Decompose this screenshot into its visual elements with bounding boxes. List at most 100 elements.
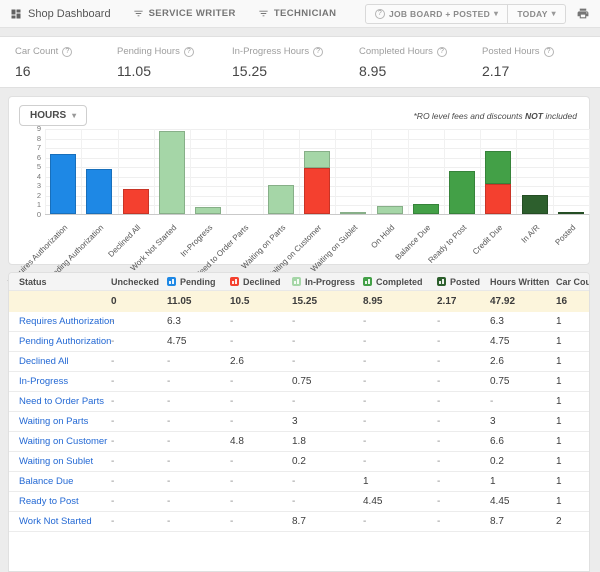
- bar-segment-in-progress[interactable]: [340, 212, 367, 214]
- print-button[interactable]: [576, 7, 590, 20]
- cell: -: [111, 496, 115, 507]
- stat-value: 2.17: [482, 63, 510, 79]
- table-body: Requires Authorization - 6.3 - - - - 6.3 1 Pendin…: [9, 312, 589, 532]
- bar-segment-posted[interactable]: [557, 212, 584, 214]
- dashboard-grid-icon: [10, 8, 22, 20]
- gridline: [298, 129, 300, 214]
- status-link[interactable]: Ready to Post: [9, 496, 111, 507]
- totals-cell: 16: [556, 296, 568, 307]
- gridline: [153, 129, 155, 214]
- cell: -: [292, 396, 296, 407]
- column-header: Posted: [437, 277, 490, 287]
- bar-segment-declined[interactable]: [304, 168, 330, 214]
- stat-help-icon[interactable]: ?: [183, 46, 194, 57]
- bar-segment-in-progress[interactable]: [158, 130, 185, 214]
- bar-segment-pending[interactable]: [50, 153, 77, 214]
- job-board-posted-button[interactable]: ? JOB BOARD + POSTED ▾: [366, 5, 507, 23]
- stat-card: Completed Hours? 8.95: [359, 46, 482, 87]
- cell: -: [363, 336, 367, 347]
- stat-help-icon[interactable]: ?: [436, 46, 447, 57]
- totals-cell: 15.25: [292, 296, 318, 307]
- bar-segment-in-progress[interactable]: [267, 185, 294, 214]
- cell: -: [167, 436, 171, 447]
- cell: -: [230, 456, 234, 467]
- gridline: [81, 129, 83, 214]
- cell: 0.2: [490, 456, 504, 467]
- bar-segment-completed[interactable]: [412, 204, 439, 214]
- cell: 1: [556, 316, 562, 327]
- column-header-label: Unchecked: [111, 276, 160, 287]
- bar-segment-in-progress[interactable]: [376, 206, 403, 214]
- cell: -: [230, 496, 234, 507]
- stat-value: 15.25: [232, 63, 268, 79]
- cell: 1: [556, 476, 562, 487]
- status-link[interactable]: Declined All: [9, 356, 111, 367]
- stat-help-icon[interactable]: ?: [313, 46, 324, 57]
- cell: -: [111, 476, 115, 487]
- bar-segment-in-progress[interactable]: [195, 206, 222, 214]
- cell: 6.3: [490, 316, 504, 327]
- nav-shop-dashboard[interactable]: Shop Dashboard: [10, 8, 111, 20]
- y-axis-tick: 6: [36, 152, 41, 162]
- bar-segment-completed[interactable]: [485, 150, 512, 185]
- stat-help-icon[interactable]: ?: [543, 46, 554, 57]
- cell: 1: [556, 376, 562, 387]
- stat-card: Posted Hours? 2.17: [482, 46, 600, 87]
- table-row: Waiting on Sublet - - -0.2- -0.2 1: [9, 452, 589, 472]
- status-link[interactable]: Waiting on Customer: [9, 436, 111, 447]
- status-link[interactable]: Waiting on Sublet: [9, 456, 111, 467]
- legend-chip-icon: [292, 277, 301, 286]
- hours-dropdown[interactable]: HOURS ▾: [19, 105, 88, 126]
- chart-card: HOURS ▾ *RO level fees and discounts NOT…: [6, 96, 590, 286]
- status-link[interactable]: Work Not Started: [9, 516, 111, 527]
- brand-label: Shop Dashboard: [28, 7, 111, 20]
- column-header: In-Progress: [292, 277, 363, 287]
- stat-help-icon[interactable]: ?: [62, 46, 73, 57]
- today-button[interactable]: TODAY ▾: [507, 4, 565, 23]
- tab-service-writer[interactable]: SERVICE WRITER: [133, 8, 236, 19]
- help-icon: ?: [374, 8, 385, 19]
- gridline: [371, 129, 373, 214]
- topbar: Shop Dashboard SERVICE WRITER TECHNICIAN…: [0, 0, 600, 28]
- cell: -: [111, 416, 115, 427]
- bar-segment-pending[interactable]: [86, 168, 113, 214]
- cell: 1: [556, 436, 562, 447]
- cell: 1: [556, 416, 562, 427]
- table-row: Waiting on Customer - -4.8 1.8- -6.6 1: [9, 432, 589, 452]
- gridline: [443, 129, 445, 214]
- table-row: Need to Order Parts - - - - - - -1: [9, 392, 589, 412]
- legend-chip-icon: [363, 277, 372, 286]
- table-row: In-Progress - - -0.75- -0.75 1: [9, 372, 589, 392]
- gridline: [552, 129, 554, 214]
- bar-segment-in-progress[interactable]: [304, 150, 330, 169]
- cell: -: [363, 396, 367, 407]
- cell: 0.2: [292, 456, 306, 467]
- cell: -: [437, 496, 441, 507]
- bar-segment-posted[interactable]: [521, 194, 548, 214]
- status-link[interactable]: Balance Due: [9, 476, 111, 487]
- cell: -: [437, 316, 441, 327]
- column-header-label: Hours Written: [490, 276, 550, 287]
- status-link[interactable]: Pending Authorization: [9, 336, 111, 347]
- cell: -: [437, 376, 441, 387]
- status-link[interactable]: Requires Authorization: [9, 316, 115, 327]
- column-header: Hours Written: [490, 277, 556, 287]
- bar-chart: 0 1 2 3 4 5 6 7 8 9 Requires Authorization Pending …: [6, 125, 590, 286]
- stat-value: 8.95: [359, 63, 387, 79]
- cell: -: [167, 356, 171, 367]
- status-link[interactable]: Waiting on Parts: [9, 416, 111, 427]
- chevron-down-icon: ▾: [494, 9, 499, 18]
- status-link[interactable]: Need to Order Parts: [9, 396, 111, 407]
- gridline: [407, 129, 409, 214]
- chevron-down-icon: ▾: [72, 111, 77, 120]
- cell: -: [437, 416, 441, 427]
- bar-segment-declined[interactable]: [485, 184, 512, 214]
- stats-bar: Car Count? 16 Pending Hours? 11.05 In-Progre…: [0, 36, 600, 88]
- totals-row: 0 11.05 10.5 15.25 8.95 2.17 47.92 16: [9, 291, 589, 312]
- cell: 1: [556, 496, 562, 507]
- status-link[interactable]: In-Progress: [9, 376, 111, 387]
- cell: -: [363, 516, 367, 527]
- bar-segment-declined[interactable]: [122, 189, 149, 214]
- bar-segment-completed[interactable]: [449, 171, 476, 214]
- tab-technician[interactable]: TECHNICIAN: [258, 8, 337, 19]
